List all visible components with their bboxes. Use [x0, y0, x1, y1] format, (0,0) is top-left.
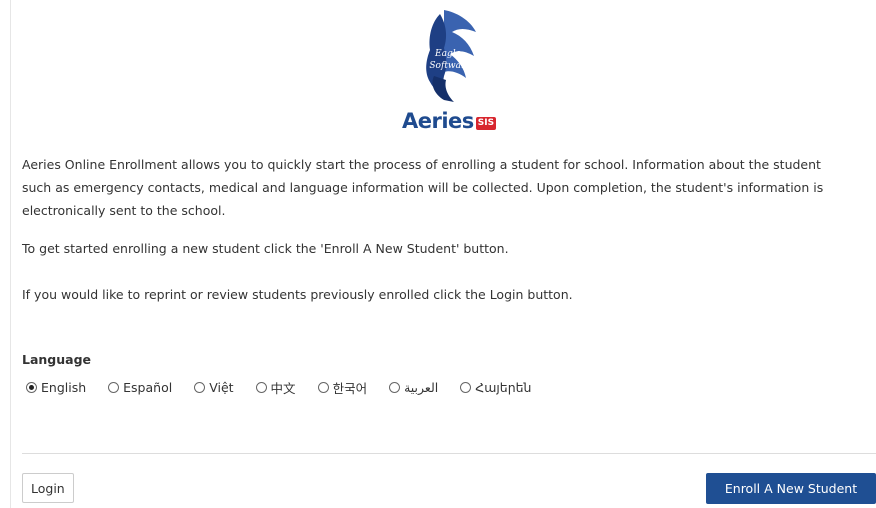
eagle-text-line1: Eagle — [434, 49, 461, 59]
language-option-label: العربية — [404, 380, 439, 395]
language-option-label: 中文 — [270, 381, 296, 396]
language-option-label: Việt — [209, 380, 234, 395]
language-option-arabic[interactable]: العربية — [389, 380, 438, 395]
language-label: Language — [22, 352, 92, 367]
radio-button[interactable] — [460, 382, 472, 393]
language-option-label: Español — [123, 380, 173, 395]
login-instructions: If you would like to reprint or review s… — [22, 287, 573, 302]
radio-button[interactable] — [317, 382, 329, 393]
enroll-new-student-button[interactable]: Enroll A New Student — [706, 473, 876, 504]
language-option-chinese[interactable]: 中文 — [255, 378, 296, 397]
aeries-wordmark: Aeries SIS — [402, 108, 497, 134]
left-border — [10, 0, 11, 508]
intro-paragraph: Aeries Online Enrollment allows you to q… — [22, 157, 824, 218]
eagle-text-line2: Software — [429, 61, 470, 71]
login-button[interactable]: Login — [22, 473, 74, 503]
radio-button[interactable] — [389, 382, 401, 393]
eagle-icon: Eagle Software — [426, 10, 476, 102]
radio-button[interactable] — [255, 382, 267, 393]
language-option-espanol[interactable]: Español — [108, 380, 172, 395]
language-option-label: English — [41, 380, 87, 395]
footer-divider — [22, 453, 876, 454]
language-radio-group: English Español Việt 中文 한국어 العربية Հայե… — [26, 378, 553, 397]
enroll-instructions: To get started enrolling a new student c… — [22, 241, 509, 256]
language-option-armenian[interactable]: Հայերեն — [460, 380, 531, 395]
sis-badge: SIS — [475, 116, 497, 130]
radio-button[interactable] — [108, 382, 120, 393]
language-option-english[interactable]: English — [26, 380, 86, 395]
language-option-label: Հայերեն — [475, 380, 532, 395]
language-option-korean[interactable]: 한국어 — [317, 378, 368, 397]
radio-button[interactable] — [26, 382, 37, 393]
aeries-brand-text: Aeries — [402, 109, 474, 133]
language-option-viet[interactable]: Việt — [194, 380, 234, 395]
enrollment-page: Eagle Software Aeries SIS Aeries Online … — [0, 0, 876, 508]
aeries-logo: Eagle Software Aeries SIS — [392, 6, 502, 134]
language-option-label: 한국어 — [332, 381, 368, 396]
radio-button[interactable] — [194, 382, 206, 393]
